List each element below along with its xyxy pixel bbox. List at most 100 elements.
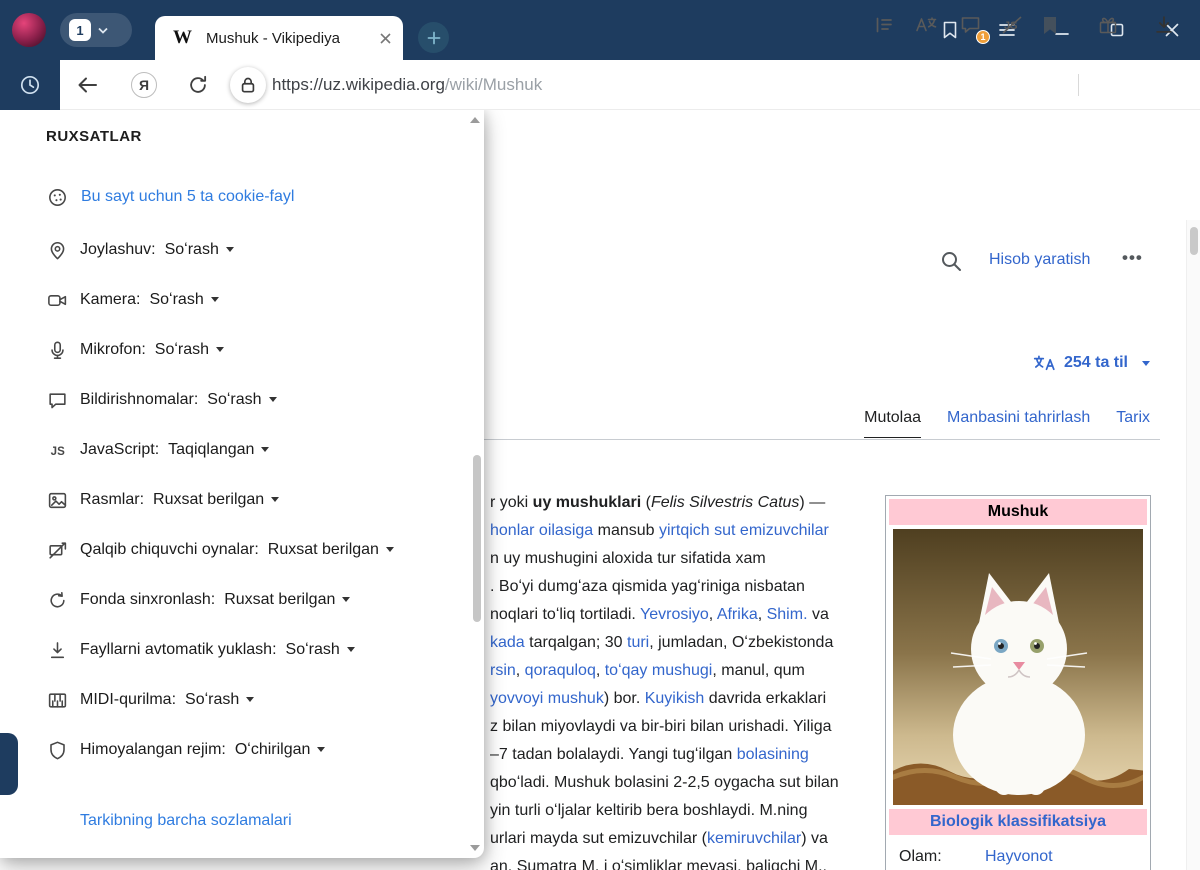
permission-value-dropdown[interactable]: Ruxsat berilgan	[268, 541, 394, 559]
wiki-link[interactable]: honlar oilasiga	[490, 522, 593, 539]
wiki-link[interactable]: qoraquloq	[525, 662, 596, 679]
taxobox-title: Mushuk	[889, 499, 1147, 525]
tab-close-icon[interactable]	[380, 33, 391, 44]
comments-button[interactable]: 1	[954, 9, 986, 41]
article-line: an, Sumatra M. i oʻsimliklar mevasi, bal…	[490, 853, 882, 870]
chevron-down-icon	[347, 647, 355, 652]
cookie-row: Bu sayt uchun 5 ta cookie-fayl	[46, 182, 294, 212]
translate-languages-icon	[1033, 355, 1057, 371]
cookies-link[interactable]: Bu sayt uchun 5 ta cookie-fayl	[81, 188, 294, 206]
article-line: –7 tadan bolalaydi. Yangi tugʻilgan bola…	[490, 741, 882, 769]
browser-window: Hisob yaratish ••• 254 ta til Mutolaa Man…	[0, 0, 1200, 870]
translate-icon	[915, 15, 937, 35]
bookmark-button[interactable]	[1034, 9, 1066, 41]
permission-row: Bildirishnomalar: Soʻrash	[0, 375, 460, 425]
language-selector-button[interactable]: 254 ta til	[1033, 354, 1150, 372]
permission-label: Bildirishnomalar:	[80, 391, 198, 409]
permission-value-dropdown[interactable]: Oʻchirilgan	[235, 741, 326, 759]
wiki-link[interactable]: bolasining	[737, 746, 809, 763]
tab-group-button[interactable]: 1	[60, 13, 132, 47]
article-tab-mutolaa[interactable]: Mutolaa	[864, 409, 921, 438]
shield-icon	[46, 740, 68, 761]
site-info-lock-button[interactable]	[230, 67, 266, 103]
article-text: r yoki uy mushuklari (Felis Silvestris C…	[490, 489, 882, 870]
reader-mode-icon	[874, 15, 894, 35]
new-tab-button[interactable]	[418, 22, 449, 53]
permission-value-dropdown[interactable]: Soʻrash	[286, 641, 355, 659]
sidebar-handle[interactable]	[0, 733, 18, 795]
permission-label: JavaScript:	[80, 441, 159, 459]
sidebar-strip	[0, 60, 60, 110]
create-account-link[interactable]: Hisob yaratish	[989, 251, 1090, 269]
permission-row: Mikrofon:Soʻrash	[0, 325, 460, 375]
wiki-link[interactable]: Afrika	[717, 606, 758, 623]
permission-row: Fayllarni avtomatik yuklash:Soʻrash	[0, 625, 460, 675]
permission-value-dropdown[interactable]: Soʻrash	[165, 241, 234, 259]
article-line: . Boʻyi dumgʻaza qismida yagʻriniga nisb…	[490, 573, 882, 601]
address-bar[interactable]: https://uz.wikipedia.org/wiki/Mushuk	[272, 60, 542, 110]
wiki-link[interactable]: Kuyikish	[645, 690, 705, 707]
page-scrollbar-thumb[interactable]	[1190, 227, 1198, 255]
chevron-down-icon	[269, 397, 277, 402]
extensions-button[interactable]	[1092, 9, 1124, 41]
permission-row: Joylashuv:Soʻrash	[0, 225, 460, 275]
reload-button[interactable]	[182, 69, 214, 101]
wiki-link[interactable]: toʻqay mushugi	[605, 662, 713, 679]
permissions-panel-title: RUXSATLAR	[46, 128, 142, 145]
browser-tab[interactable]: W Mushuk - Vikipediya	[155, 16, 403, 60]
all-content-settings-link[interactable]: Tarkibning barcha sozlamalari	[80, 812, 292, 830]
reader-mode-button[interactable]	[868, 9, 900, 41]
cat-photo[interactable]	[893, 529, 1143, 805]
wiki-link[interactable]: yovvoyi mushuk	[490, 690, 604, 707]
chevron-down-icon	[386, 547, 394, 552]
profile-avatar[interactable]	[12, 13, 46, 47]
panel-scroll-up-icon[interactable]	[470, 117, 480, 123]
permission-value-dropdown[interactable]: Ruxsat berilgan	[224, 591, 350, 609]
wiki-search-icon[interactable]	[936, 246, 966, 276]
wiki-more-menu[interactable]: •••	[1122, 248, 1143, 268]
downloads-button[interactable]	[1148, 9, 1180, 41]
wiki-link[interactable]: turi	[627, 634, 649, 651]
location-icon	[46, 240, 68, 261]
translate-button[interactable]	[910, 9, 942, 41]
language-count-label: 254 ta til	[1064, 354, 1128, 372]
permission-value-dropdown[interactable]: Soʻrash	[155, 341, 224, 359]
chevron-down-icon	[342, 597, 350, 602]
page-scrollbar[interactable]	[1186, 220, 1200, 870]
article-tab-manbasini-tahrirlash[interactable]: Manbasini tahrirlash	[947, 409, 1090, 438]
permission-value-dropdown[interactable]: Soʻrash	[149, 291, 218, 309]
plus-icon	[427, 31, 441, 45]
history-clock-icon[interactable]	[19, 74, 41, 96]
infobox-label: Olam:	[899, 848, 985, 866]
popup-icon	[46, 540, 68, 561]
permission-value-dropdown[interactable]: Taqiqlangan	[168, 441, 269, 459]
url-path: /wiki/Mushuk	[445, 75, 542, 95]
permission-row: JSJavaScript:Taqiqlangan	[0, 425, 460, 475]
permission-value-dropdown[interactable]: Ruxsat berilgan	[153, 491, 279, 509]
permission-value-dropdown[interactable]: Soʻrash	[207, 391, 276, 409]
back-button[interactable]	[72, 69, 104, 101]
wiki-link[interactable]: rsin	[490, 662, 516, 679]
infobox-value-link[interactable]: Hayvonot	[985, 848, 1053, 866]
wiki-link[interactable]: kemiruvchilar	[707, 830, 801, 847]
panel-scroll-down-icon[interactable]	[470, 845, 480, 851]
toolbar-divider	[1078, 74, 1079, 96]
permission-row: Qalqib chiquvchi oynalar:Ruxsat berilgan	[0, 525, 460, 575]
wiki-link[interactable]: Shim.	[767, 606, 808, 623]
javascript-blocked-icon: JS	[1001, 15, 1023, 35]
yandex-button[interactable]: Я	[128, 69, 160, 101]
panel-scrollbar-thumb[interactable]	[473, 455, 481, 622]
bookmark-icon	[1042, 16, 1058, 35]
lock-icon	[238, 75, 258, 95]
javascript-blocked-button[interactable]: JS	[996, 9, 1028, 41]
chevron-down-icon	[271, 497, 279, 502]
wiki-link[interactable]: kada	[490, 634, 525, 651]
background-sync-icon	[46, 590, 68, 611]
permission-value-dropdown[interactable]: Soʻrash	[185, 691, 254, 709]
permission-label: MIDI-qurilma:	[80, 691, 176, 709]
wiki-link[interactable]: yirtqich sut emizuvchilar	[659, 522, 829, 539]
article-tab-tarix[interactable]: Tarix	[1116, 409, 1150, 438]
cookie-icon	[46, 187, 68, 208]
permission-row: Himoyalangan rejim:Oʻchirilgan	[0, 725, 460, 775]
wiki-link[interactable]: Yevrosiyo	[640, 606, 709, 623]
